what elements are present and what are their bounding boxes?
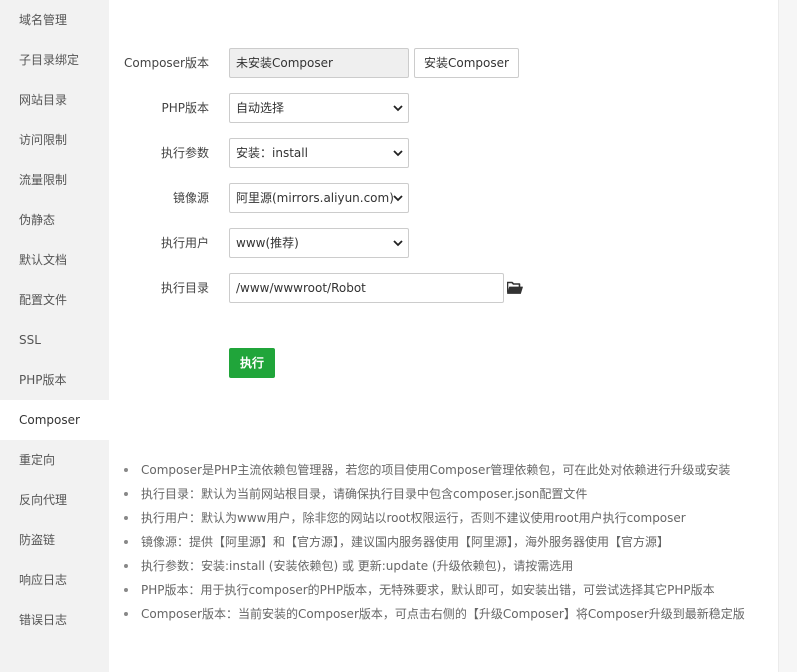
chevron-down-icon [393,240,403,247]
tip-item: 执行参数：安装:install (安装依赖包) 或 更新:update (升级依… [122,556,745,580]
exec-user-label: 执行用户 [160,236,209,250]
sidebar-item-site-directory[interactable]: 网站目录 [0,80,109,120]
folder-open-icon[interactable] [507,281,523,295]
composer-settings-page: 域名管理 子目录绑定 网站目录 访问限制 流量限制 伪静态 默认文档 配置文件 … [0,0,797,672]
tip-item: Composer版本：当前安装的Composer版本，可点击右侧的【升级Comp… [122,604,745,628]
php-version-label: PHP版本 [161,101,210,115]
tip-item: 执行目录：默认为当前网站根目录，请确保执行目录中包含composer.json配… [122,484,745,508]
sidebar-item-domain[interactable]: 域名管理 [0,0,109,40]
exec-params-value: 安装：install [236,146,308,160]
exec-dir-row: 执行目录 /www/wwwroot/Robot [109,273,778,303]
sidebar-item-traffic-limit[interactable]: 流量限制 [0,160,109,200]
sidebar-item-php-version[interactable]: PHP版本 [0,360,109,400]
help-tips-list: Composer是PHP主流依赖包管理器，若您的项目使用Composer管理依赖… [122,460,745,628]
exec-user-row: 执行用户 www(推荐) [109,228,778,258]
mirror-value: 阿里源(mirrors.aliyun.com) [236,191,394,205]
sidebar-item-redirect[interactable]: 重定向 [0,440,109,480]
composer-version-label: Composer版本 [124,56,209,70]
chevron-down-icon [393,105,403,112]
run-button[interactable]: 执行 [229,348,275,378]
sidebar-item-rewrite[interactable]: 伪静态 [0,200,109,240]
composer-version-field: 未安装Composer [229,48,409,78]
mirror-select[interactable]: 阿里源(mirrors.aliyun.com) [229,183,409,213]
exec-dir-label: 执行目录 [160,281,209,295]
sidebar-item-access-log[interactable]: 响应日志 [0,560,109,600]
tip-item: 执行用户：默认为www用户，除非您的网站以root权限运行，否则不建议使用roo… [122,508,745,532]
tip-item: 镜像源：提供【阿里源】和【官方源】，建议国内服务器使用【阿里源】，海外服务器使用… [122,532,745,556]
mirror-label: 镜像源 [172,191,209,205]
chevron-down-icon [393,195,403,202]
sidebar-item-ssl[interactable]: SSL [0,320,109,360]
sidebar-item-subdir-binding[interactable]: 子目录绑定 [0,40,109,80]
sidebar-item-config-file[interactable]: 配置文件 [0,280,109,320]
php-version-row: PHP版本 自动选择 [109,93,778,123]
exec-dir-input[interactable]: /www/wwwroot/Robot [229,273,504,303]
sidebar-item-hotlink[interactable]: 防盗链 [0,520,109,560]
composer-version-row: Composer版本 未安装Composer 安装Composer [109,48,778,78]
window-right-edge [778,0,797,672]
exec-params-select[interactable]: 安装：install [229,138,409,168]
exec-params-row: 执行参数 安装：install [109,138,778,168]
exec-user-select[interactable]: www(推荐) [229,228,409,258]
chevron-down-icon [393,150,403,157]
php-version-select[interactable]: 自动选择 [229,93,409,123]
tip-item: Composer是PHP主流依赖包管理器，若您的项目使用Composer管理依赖… [122,460,745,484]
sidebar-item-default-doc[interactable]: 默认文档 [0,240,109,280]
exec-params-label: 执行参数 [160,146,209,160]
mirror-row: 镜像源 阿里源(mirrors.aliyun.com) [109,183,778,213]
site-settings-sidebar: 域名管理 子目录绑定 网站目录 访问限制 流量限制 伪静态 默认文档 配置文件 … [0,0,109,672]
sidebar-item-error-log[interactable]: 错误日志 [0,600,109,640]
sidebar-item-reverse-proxy[interactable]: 反向代理 [0,480,109,520]
php-version-value: 自动选择 [236,101,285,115]
exec-user-value: www(推荐) [236,236,299,250]
sidebar-item-access-limit[interactable]: 访问限制 [0,120,109,160]
install-composer-button[interactable]: 安装Composer [414,48,519,78]
tip-item: PHP版本：用于执行composer的PHP版本，无特殊要求，默认即可，如安装出… [122,580,745,604]
sidebar-item-composer[interactable]: Composer [0,400,109,440]
